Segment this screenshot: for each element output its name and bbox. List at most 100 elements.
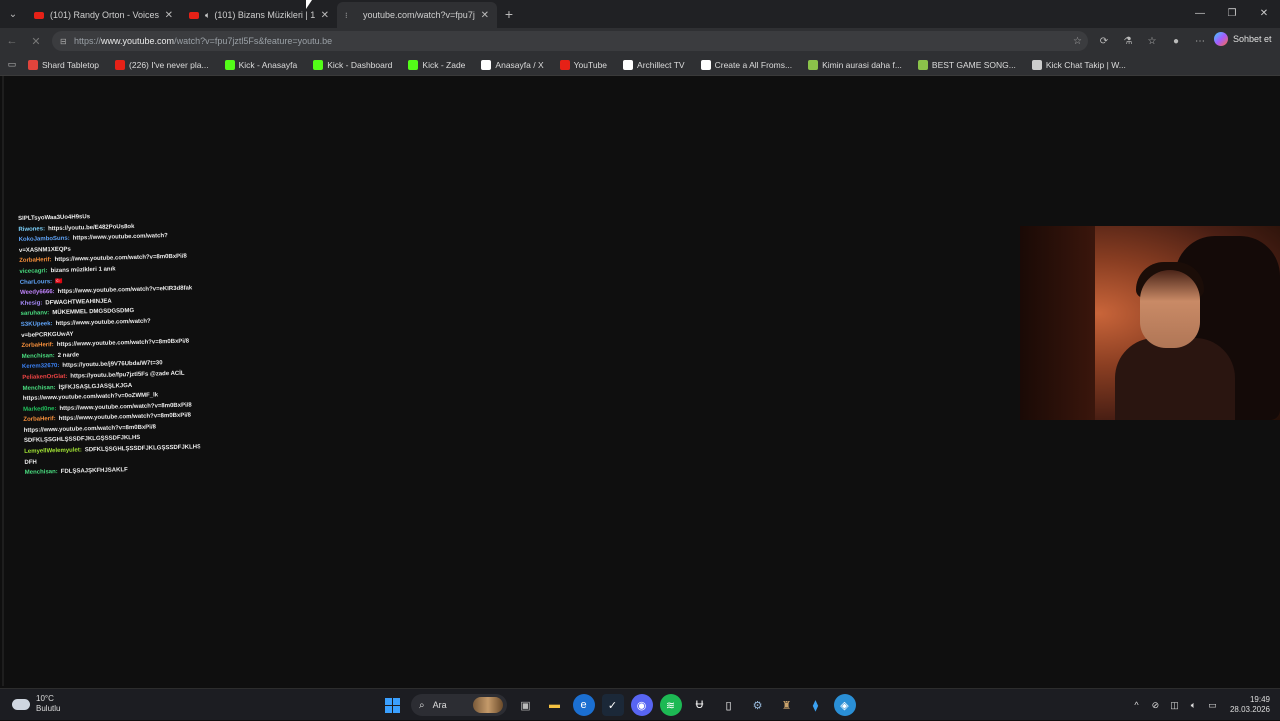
bookmark-item[interactable]: Kick - Dashboard: [313, 59, 393, 70]
sidebar-toggle-icon[interactable]: ▭: [0, 59, 24, 70]
task-view-icon[interactable]: ▣: [515, 694, 537, 716]
more-menu-icon[interactable]: ⋯: [1188, 36, 1212, 47]
bookmark-label: Kick - Dashboard: [327, 59, 393, 70]
chat-username: ZorbaHerif:: [21, 342, 54, 350]
close-window-icon[interactable]: ✕: [1248, 0, 1280, 28]
weather-widget[interactable]: 10°C Bulutlu: [12, 694, 60, 714]
taskbar-search[interactable]: ⌕ Ara: [411, 694, 507, 716]
app-icon[interactable]: ◈: [833, 694, 856, 716]
window-controls: — ❐ ✕: [1184, 0, 1280, 28]
start-button[interactable]: [382, 694, 404, 716]
webcam-overlay: [1020, 226, 1280, 420]
bookmark-label: BEST GAME SONG...: [931, 59, 1016, 70]
restore-icon[interactable]: ❐: [1216, 0, 1248, 28]
bookmark-label: Shard Tabletop: [42, 59, 100, 70]
chat-text: SIPLTsyoWaa3Uo4H9sUs: [18, 214, 91, 222]
tab-bizans-muzikleri[interactable]: 🔈︎ (101) Bizans Müzikleri | 1 - Yo ✕: [181, 2, 337, 28]
favorite-star-icon[interactable]: ☆: [1073, 36, 1082, 47]
search-icon: ⌕: [419, 699, 425, 711]
bookmark-item[interactable]: Archillect TV: [623, 59, 685, 70]
url-field[interactable]: ⊟ https://www.youtube.com/watch?v=fpu7jz…: [52, 31, 1088, 51]
chat-text: 2 narde: [57, 352, 80, 359]
bookmark-item[interactable]: Create a All Froms...: [700, 59, 792, 70]
search-placeholder: Ara: [432, 700, 447, 710]
chat-username: Riwones:: [18, 225, 46, 233]
bookmark-label: Kick - Anasayfa: [238, 59, 298, 70]
steam-icon[interactable]: ✓: [601, 694, 624, 716]
close-icon[interactable]: ✕: [321, 10, 329, 21]
webcam-door: [1020, 226, 1095, 420]
chat-text: https://www.youtube.com/watch?v=0oZWMF_l…: [22, 392, 159, 403]
profile-avatar-icon[interactable]: ●: [1164, 36, 1188, 47]
minimize-icon[interactable]: —: [1184, 0, 1216, 28]
game-launcher-icon[interactable]: ♜: [776, 694, 798, 716]
bookmark-item[interactable]: (226) I've never pla...: [115, 59, 209, 70]
close-icon[interactable]: ✕: [165, 10, 173, 21]
bookmark-item[interactable]: BEST GAME SONG...: [917, 59, 1016, 70]
volume-icon[interactable]: 🔈︎: [1184, 700, 1203, 711]
speaker-icon[interactable]: 🔈︎: [205, 10, 210, 21]
reload-stop-icon[interactable]: ✕: [24, 35, 48, 48]
lock-icon[interactable]: ⊟: [60, 37, 70, 46]
taskbar-apps: ⌕ Ara ▣ ▬ e ✓ ◉ ≋ Ʉ ▯ ⚙ ♜ ⧫ ◈: [378, 689, 859, 721]
kick-icon: [224, 59, 235, 70]
address-bar: ← ✕ ⊟ https://www.youtube.com/watch?v=fp…: [0, 28, 1280, 54]
extensions-icon[interactable]: ⚗: [1116, 36, 1140, 47]
archillect-icon: [623, 59, 634, 70]
bookmark-item[interactable]: Shard Tabletop: [28, 59, 100, 70]
youtube-icon: [34, 11, 44, 19]
chat-username: Khesig:: [20, 300, 43, 307]
network-icon[interactable]: ◫: [1165, 700, 1184, 711]
bookmark-item[interactable]: Kimin aurasi daha f...: [808, 59, 902, 70]
chat-username: saruhanv:: [20, 310, 50, 318]
new-tab-button[interactable]: +: [497, 6, 521, 22]
unreal-engine-icon[interactable]: Ʉ: [689, 694, 711, 716]
bookmark-item[interactable]: Anasayfa / X: [481, 59, 544, 70]
chat-username: Menchisan:: [24, 469, 58, 477]
clock-time: 19:49: [1249, 695, 1270, 704]
edge-browser-icon[interactable]: e: [572, 694, 595, 716]
chat-username: PeliakenOrGlat:: [22, 373, 68, 381]
bookmark-item[interactable]: YouTube: [559, 59, 607, 70]
tab-youtube-watch[interactable]: ⁝ youtube.com/watch?v=fpu7jztl5Fs ✕: [337, 2, 497, 28]
clock[interactable]: 19:49 28.03.2026: [1230, 695, 1270, 715]
mouse-cursor: [306, 0, 312, 9]
chevron-up-icon[interactable]: ^: [1127, 700, 1146, 710]
chat-text: https://youtu.be/E482PoUs8ok: [47, 223, 135, 232]
copilot-chat-button[interactable]: Sohbet et: [1214, 32, 1272, 46]
file-explorer-icon[interactable]: ▬: [544, 694, 566, 716]
search-highlight-image: [473, 697, 503, 713]
chat-text: DFWAGHTWEAHINJEA: [45, 298, 112, 307]
settings-gear-icon[interactable]: ⚙: [747, 694, 769, 716]
bookmark-item[interactable]: Kick Chat Takip | W...: [1031, 59, 1126, 70]
chat-text: v=XASNM1XEQPs: [18, 246, 71, 254]
spotify-icon[interactable]: ≋: [659, 694, 682, 716]
close-icon[interactable]: ✕: [481, 10, 489, 21]
bookmark-item[interactable]: Kick - Anasayfa: [224, 59, 298, 70]
discord-icon[interactable]: ◉: [630, 694, 653, 716]
chat-username: vicecagri:: [19, 268, 48, 275]
vscode-icon[interactable]: ⧫: [805, 694, 827, 716]
image-icon: [917, 59, 928, 70]
bookmark-label: Kick Chat Takip | W...: [1045, 59, 1126, 70]
battery-icon[interactable]: ▭: [1203, 700, 1222, 711]
mic-muted-icon[interactable]: ⊘: [1146, 700, 1165, 711]
chat-text: https://www.youtube.com/watch?v=8m0BxPi/…: [54, 253, 187, 264]
tab-actions-menu[interactable]: ⌄: [0, 0, 26, 28]
system-tray: ^ ⊘ ◫ 🔈︎ ▭ 19:49 28.03.2026: [1127, 689, 1280, 721]
back-icon[interactable]: ←: [0, 35, 24, 47]
favorites-icon[interactable]: ☆: [1140, 36, 1164, 47]
loading-icon: ⁝: [345, 11, 348, 20]
chat-overlay: SIPLTsyoWaa3Uo4H9sUs Riwones: https://yout…: [18, 209, 201, 478]
chat-text: İŞFKJSAŞLGJASŞLKJGA: [58, 382, 133, 391]
chat-text: https://www.youtube.com/watch?v=8m0BxPi/…: [58, 412, 192, 423]
tab-title: (101) Randy Orton - Voices (Entran: [50, 10, 159, 20]
bookmark-label: (226) I've never pla...: [129, 59, 209, 70]
bookmark-item[interactable]: Kick - Zade: [408, 59, 465, 70]
notion-icon[interactable]: ▯: [718, 694, 740, 716]
tab-randy-orton[interactable]: (101) Randy Orton - Voices (Entran ✕: [26, 2, 181, 28]
chat-username: S3KUpeek:: [20, 321, 53, 328]
refresh-icon[interactable]: ⟳: [1092, 36, 1116, 47]
chat-username: ZorbaHerif:: [23, 416, 56, 424]
tab-strip: ⌄ (101) Randy Orton - Voices (Entran ✕ 🔈…: [0, 0, 1280, 28]
